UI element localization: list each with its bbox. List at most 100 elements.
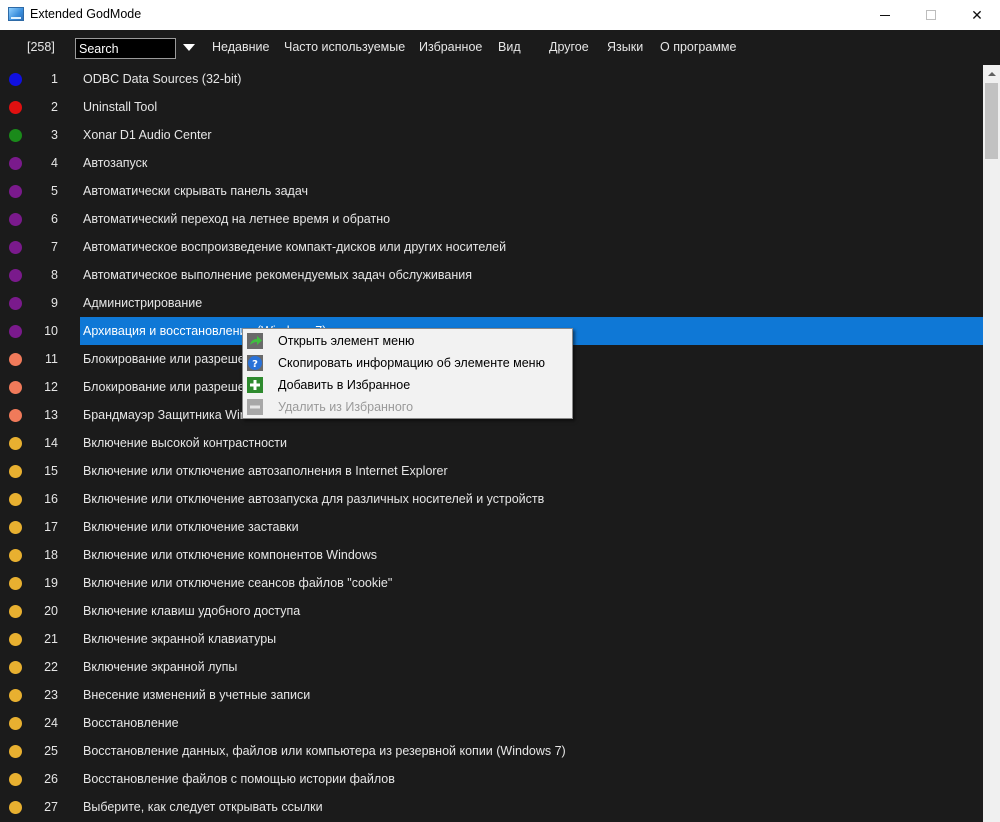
scroll-up-button[interactable] — [983, 65, 1000, 82]
items-list: 1 ODBC Data Sources (32-bit) 2 Uninstall To… — [0, 65, 983, 822]
list-item[interactable]: 4 Автозапуск — [0, 149, 983, 177]
list-item[interactable]: 15 Включение или отключение автозаполнени… — [0, 457, 983, 485]
item-number: 16 — [44, 492, 58, 506]
category-dot-icon — [9, 465, 22, 478]
menu-frequent[interactable]: Часто используемые — [284, 40, 405, 54]
category-dot-icon — [9, 717, 22, 730]
menu-about[interactable]: О программе — [660, 40, 736, 54]
category-dot-icon — [9, 101, 22, 114]
window-title: Extended GodMode — [30, 7, 142, 21]
list-item[interactable]: 24 Восстановление — [0, 709, 983, 737]
list-item[interactable]: 19 Включение или отключение сеансов файло… — [0, 569, 983, 597]
item-number: 17 — [44, 520, 58, 534]
list-item[interactable]: 8 Автоматическое выполнение рекомендуемых… — [0, 261, 983, 289]
item-label[interactable]: Восстановление — [80, 709, 983, 737]
item-number: 5 — [51, 184, 58, 198]
search-dropdown-icon[interactable] — [183, 44, 195, 51]
list-item[interactable]: 3 Xonar D1 Audio Center — [0, 121, 983, 149]
category-dot-icon — [9, 269, 22, 282]
category-dot-icon — [9, 689, 22, 702]
list-item[interactable]: 16 Включение или отключение автозапуска д… — [0, 485, 983, 513]
close-button[interactable]: ✕ — [954, 0, 1000, 30]
item-label[interactable]: Восстановление файлов с помощью истории … — [80, 765, 983, 793]
item-label[interactable]: Автозапуск — [80, 149, 983, 177]
category-dot-icon — [9, 745, 22, 758]
menu-languages[interactable]: Языки — [607, 40, 643, 54]
list-item[interactable]: 6 Автоматический переход на летнее время … — [0, 205, 983, 233]
list-item[interactable]: 18 Включение или отключение компонентов W… — [0, 541, 983, 569]
minimize-icon — [880, 14, 890, 16]
item-label[interactable]: Автоматически скрывать панель задач — [80, 177, 983, 205]
list-item[interactable]: 9 Администрирование — [0, 289, 983, 317]
item-number: 10 — [44, 324, 58, 338]
menu-view[interactable]: Вид — [498, 40, 521, 54]
item-label[interactable]: Выберите, как следует открывать ссылки — [80, 793, 983, 821]
item-label[interactable]: Uninstall Tool — [80, 93, 983, 121]
item-label[interactable]: Автоматическое выполнение рекомендуемых … — [80, 261, 983, 289]
list-item[interactable]: 7 Автоматическое воспроизведение компакт-… — [0, 233, 983, 261]
item-number: 15 — [44, 464, 58, 478]
item-label[interactable]: Включение высокой контрастности — [80, 429, 983, 457]
item-label[interactable]: Включение или отключение автозапуска для… — [80, 485, 983, 513]
item-number: 27 — [44, 800, 58, 814]
item-label[interactable]: Включение или отключение сеансов файлов … — [80, 569, 983, 597]
context-open-item[interactable]: Открыть элемент меню — [243, 330, 572, 352]
item-number: 19 — [44, 576, 58, 590]
item-label[interactable]: Xonar D1 Audio Center — [80, 121, 983, 149]
menu-favorites[interactable]: Избранное — [419, 40, 482, 54]
context-remove-favorite-label: Удалить из Избранного — [278, 400, 414, 414]
list-item[interactable]: 1 ODBC Data Sources (32-bit) — [0, 65, 983, 93]
item-label[interactable]: Включение клавиш удобного доступа — [80, 597, 983, 625]
category-dot-icon — [9, 577, 22, 590]
minimize-button[interactable] — [862, 0, 908, 30]
item-count: [258] — [27, 40, 55, 54]
item-label[interactable]: Автоматический переход на летнее время и… — [80, 205, 983, 233]
scroll-thumb[interactable] — [985, 83, 998, 159]
item-number: 20 — [44, 604, 58, 618]
search-input[interactable] — [75, 38, 176, 59]
item-label[interactable]: Включение или отключение автозаполнения … — [80, 457, 983, 485]
list-item[interactable]: 20 Включение клавиш удобного доступа — [0, 597, 983, 625]
context-add-favorite-label: Добавить в Избранное — [278, 378, 411, 392]
context-open-label: Открыть элемент меню — [278, 334, 415, 348]
item-label[interactable]: Включение или отключение компонентов Win… — [80, 541, 983, 569]
item-label[interactable]: ODBC Data Sources (32-bit) — [80, 65, 983, 93]
list-item[interactable]: 14 Включение высокой контрастности — [0, 429, 983, 457]
item-label[interactable]: Включение экранной клавиатуры — [80, 625, 983, 653]
item-number: 11 — [45, 352, 58, 366]
item-label[interactable]: Включение или отключение заставки — [80, 513, 983, 541]
title-bar: Extended GodMode ✕ — [0, 0, 1000, 30]
menu-recent[interactable]: Недавние — [212, 40, 269, 54]
list-item[interactable]: 17 Включение или отключение заставки — [0, 513, 983, 541]
item-number: 3 — [51, 128, 58, 142]
maximize-button[interactable] — [908, 0, 954, 30]
list-item[interactable]: 22 Включение экранной лупы — [0, 653, 983, 681]
menu-other[interactable]: Другое — [549, 40, 589, 54]
vertical-scrollbar[interactable] — [983, 65, 1000, 822]
list-item[interactable]: 21 Включение экранной клавиатуры — [0, 625, 983, 653]
maximize-icon — [926, 10, 936, 20]
context-add-favorite-item[interactable]: Добавить в Избранное — [243, 374, 572, 396]
list-item[interactable]: 5 Автоматически скрывать панель задач — [0, 177, 983, 205]
list-item[interactable]: 25 Восстановление данных, файлов или комп… — [0, 737, 983, 765]
item-label[interactable]: Автоматическое воспроизведение компакт-д… — [80, 233, 983, 261]
item-number: 8 — [51, 268, 58, 282]
menu-bar: [258] Недавние Часто используемые Избран… — [0, 30, 1000, 64]
list-item[interactable]: 2 Uninstall Tool — [0, 93, 983, 121]
context-remove-favorite-item[interactable]: Удалить из Избранного — [243, 396, 572, 418]
category-dot-icon — [9, 157, 22, 170]
category-dot-icon — [9, 129, 22, 142]
remove-icon — [247, 399, 263, 415]
list-item[interactable]: 27 Выберите, как следует открывать ссылки — [0, 793, 983, 821]
item-label[interactable]: Внесение изменений в учетные записи — [80, 681, 983, 709]
item-label[interactable]: Включение экранной лупы — [80, 653, 983, 681]
list-item[interactable]: 23 Внесение изменений в учетные записи — [0, 681, 983, 709]
item-label[interactable]: Восстановление данных, файлов или компью… — [80, 737, 983, 765]
category-dot-icon — [9, 213, 22, 226]
context-copy-item[interactable]: ? Скопировать информацию об элементе мен… — [243, 352, 572, 374]
item-label[interactable]: Администрирование — [80, 289, 983, 317]
category-dot-icon — [9, 73, 22, 86]
item-number: 14 — [44, 436, 58, 450]
category-dot-icon — [9, 605, 22, 618]
list-item[interactable]: 26 Восстановление файлов с помощью истори… — [0, 765, 983, 793]
